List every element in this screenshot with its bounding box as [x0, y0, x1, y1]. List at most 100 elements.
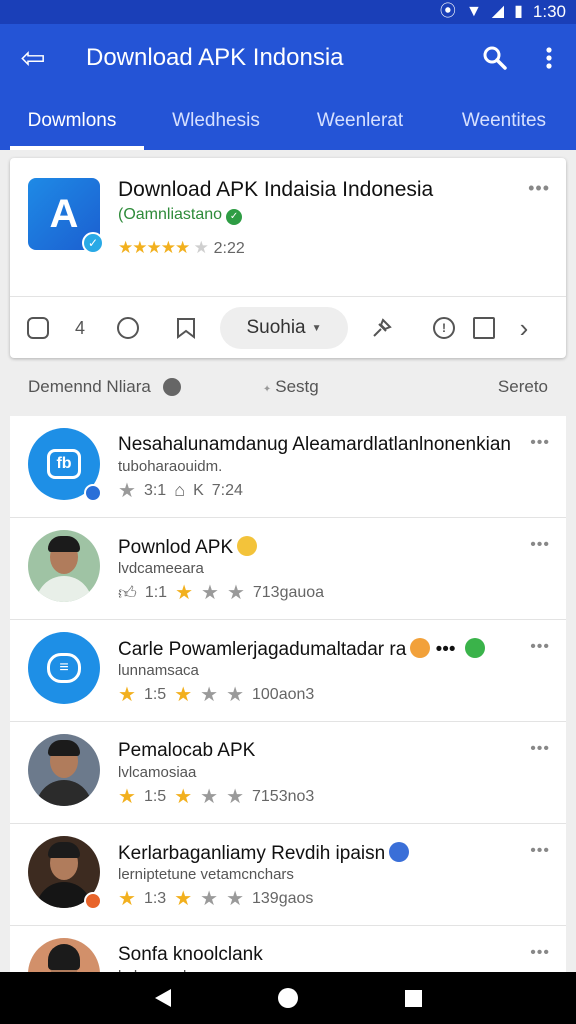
emoji-icon: [410, 638, 431, 658]
bookmark-icon[interactable]: [170, 312, 202, 344]
item-title: Sonfa knoolclank: [118, 944, 263, 965]
star-icon: ★: [118, 786, 136, 808]
user-avatar: [28, 530, 100, 602]
app-card[interactable]: A ✓ Download APK Indaisia Indonesia (Oam…: [10, 158, 566, 358]
star-empty-icon: ★: [200, 684, 219, 706]
item-title: Carle Powamlerjagadumaltadar ra •••: [118, 638, 485, 661]
tab-4[interactable]: Weentites: [432, 92, 576, 150]
page-title: Download APK Indonsia: [86, 44, 344, 71]
search-icon[interactable]: [468, 24, 522, 92]
star-icon: ★: [174, 888, 193, 910]
search-icon-svg: [483, 46, 507, 70]
star-icon: ★: [118, 480, 136, 502]
more-options-icon[interactable]: •••: [530, 638, 550, 656]
battery-icon: ▮: [514, 3, 523, 20]
star-icon: ★: [174, 786, 193, 808]
signal-icon: ◢: [491, 3, 505, 20]
more-options-icon[interactable]: •••: [530, 740, 550, 758]
star-empty-icon: ★: [226, 888, 244, 910]
section-header: Demennd Nliara ✦ Sestg Sereto: [0, 368, 576, 406]
more-options-icon[interactable]: •••: [528, 178, 550, 199]
list-item[interactable]: Kerlarbaganliamy Revdih ipaisn lerniptet…: [10, 824, 566, 926]
item-title: Pownlod APK: [118, 536, 258, 559]
star-empty-icon: ★: [226, 786, 244, 808]
developer-badge-icon: ✓: [226, 209, 243, 225]
star-empty-icon: ★: [226, 582, 245, 604]
list-item[interactable]: Pownlod APK lvdcameeara 👍︎ 1:1 ★ ★ ★ 713…: [10, 518, 566, 620]
section-left-label[interactable]: Demennd Nliara: [28, 377, 151, 397]
list-item[interactable]: ≡ Carle Powamlerjagadumaltadar ra ••• lu…: [10, 620, 566, 722]
app-icon[interactable]: A ✓: [28, 178, 104, 254]
tab-2[interactable]: Wledhesis: [144, 92, 288, 150]
pin-icon-svg: [373, 318, 392, 337]
section-middle-text: Sestg: [275, 377, 319, 396]
item-meta-3: 7153no3: [252, 787, 315, 805]
comment-icon[interactable]: [22, 312, 54, 344]
download-box-icon[interactable]: [468, 312, 500, 344]
item-meta-3: 713gauoa: [252, 583, 325, 601]
tab-downloads[interactable]: Dowmlons: [0, 92, 144, 150]
item-meta-3: 7:24: [211, 481, 243, 499]
item-subtitle: tuboharaouidm.: [118, 458, 223, 475]
star-icon: ★: [118, 684, 136, 706]
more-options-icon[interactable]: •••: [530, 536, 550, 554]
item-title: Kerlarbaganliamy Revdih ipaisn: [118, 842, 410, 865]
item-meta-1: 1:1: [144, 583, 168, 601]
info-icon[interactable]: !: [428, 312, 460, 344]
chevron-down-icon: ▼: [311, 322, 322, 334]
app-icon-letter: A: [49, 191, 79, 236]
thumb-up-icon: ⌂: [174, 480, 186, 500]
more-vert-icon[interactable]: [522, 24, 576, 92]
home-icon[interactable]: [268, 978, 308, 1018]
star-empty-icon: ★: [200, 786, 219, 808]
verified-icon: ✓: [82, 232, 104, 254]
item-meta-1: 1:3: [143, 889, 167, 907]
star-empty-icon: ★: [226, 684, 244, 706]
star-empty-icon: ★: [200, 888, 219, 910]
more-vert-icon-svg: [546, 47, 552, 69]
wifi-icon: ▼: [465, 3, 482, 20]
user-avatar: [28, 938, 100, 972]
more-options-icon[interactable]: •••: [530, 434, 550, 452]
item-title-text: Carle Powamlerjagadumaltadar ra: [118, 639, 407, 660]
tab-3[interactable]: Weenlerat: [288, 92, 432, 150]
user-avatar: [28, 734, 100, 806]
item-meta-1: 1:5: [143, 685, 167, 703]
item-meta-2: K: [193, 481, 204, 499]
sort-dropdown-label: Suohia: [246, 317, 306, 338]
emoji-icon: [389, 842, 410, 862]
chevron-right-icon[interactable]: ›: [508, 312, 540, 344]
section-right-label[interactable]: Sereto: [498, 377, 548, 397]
more-options-icon[interactable]: •••: [530, 842, 550, 860]
app-avatar: ≡: [28, 632, 100, 704]
recents-icon[interactable]: [393, 978, 433, 1018]
item-meta: ★ 1:5 ★ ★ ★ 7153no3: [118, 784, 314, 809]
item-subtitle: lvlcamosiaa: [118, 764, 197, 781]
app-title: Download APK Indaisia Indonesia: [118, 178, 434, 201]
list-item[interactable]: Sonfa knoolclank lvdaamoalea •••: [10, 926, 566, 972]
more-options-icon[interactable]: •••: [530, 944, 550, 962]
item-meta-1: 3:1: [143, 481, 167, 499]
pin-icon[interactable]: [366, 312, 398, 344]
item-meta: ★ 1:5 ★ ★ ★ 100aon3: [118, 682, 314, 707]
action-count: 4: [74, 317, 85, 338]
developer-name[interactable]: (Oamnliastano ✓: [118, 206, 243, 225]
star-icon: ★: [175, 582, 193, 604]
list-item[interactable]: fb Nesahalunamdanug Aleamardlatlanlnonen…: [10, 416, 566, 518]
action-row: 4 Suohia ▼ ! ›: [10, 298, 566, 358]
app-rating: ★★★★★ ★ 2:22: [118, 238, 245, 258]
back-icon[interactable]: [143, 978, 183, 1018]
star-empty-icon: ★: [201, 582, 219, 604]
arrow-left-icon[interactable]: ⇦: [0, 24, 66, 92]
status-bar: ⦿ ▼ ◢ ▮ 1:30: [0, 0, 576, 24]
sort-dropdown[interactable]: Suohia ▼: [220, 307, 348, 349]
emoji-icon: [237, 536, 258, 556]
list-item[interactable]: Pemalocab APK lvlcamosiaa ★ 1:5 ★ ★ ★ 71…: [10, 722, 566, 824]
section-middle-label[interactable]: ✦ Sestg: [263, 377, 319, 397]
chat-bubble-icon[interactable]: [112, 312, 144, 344]
item-title: Nesahalunamdanug Aleamardlatlanlnonenkia…: [118, 434, 511, 455]
app-bar: ⇦ Download APK Indonsia: [0, 24, 576, 92]
item-meta: ★ 1:3 ★ ★ ★ 139gaos: [118, 886, 313, 911]
rating-text: 2:22: [213, 240, 245, 257]
location-icon: [162, 378, 181, 396]
